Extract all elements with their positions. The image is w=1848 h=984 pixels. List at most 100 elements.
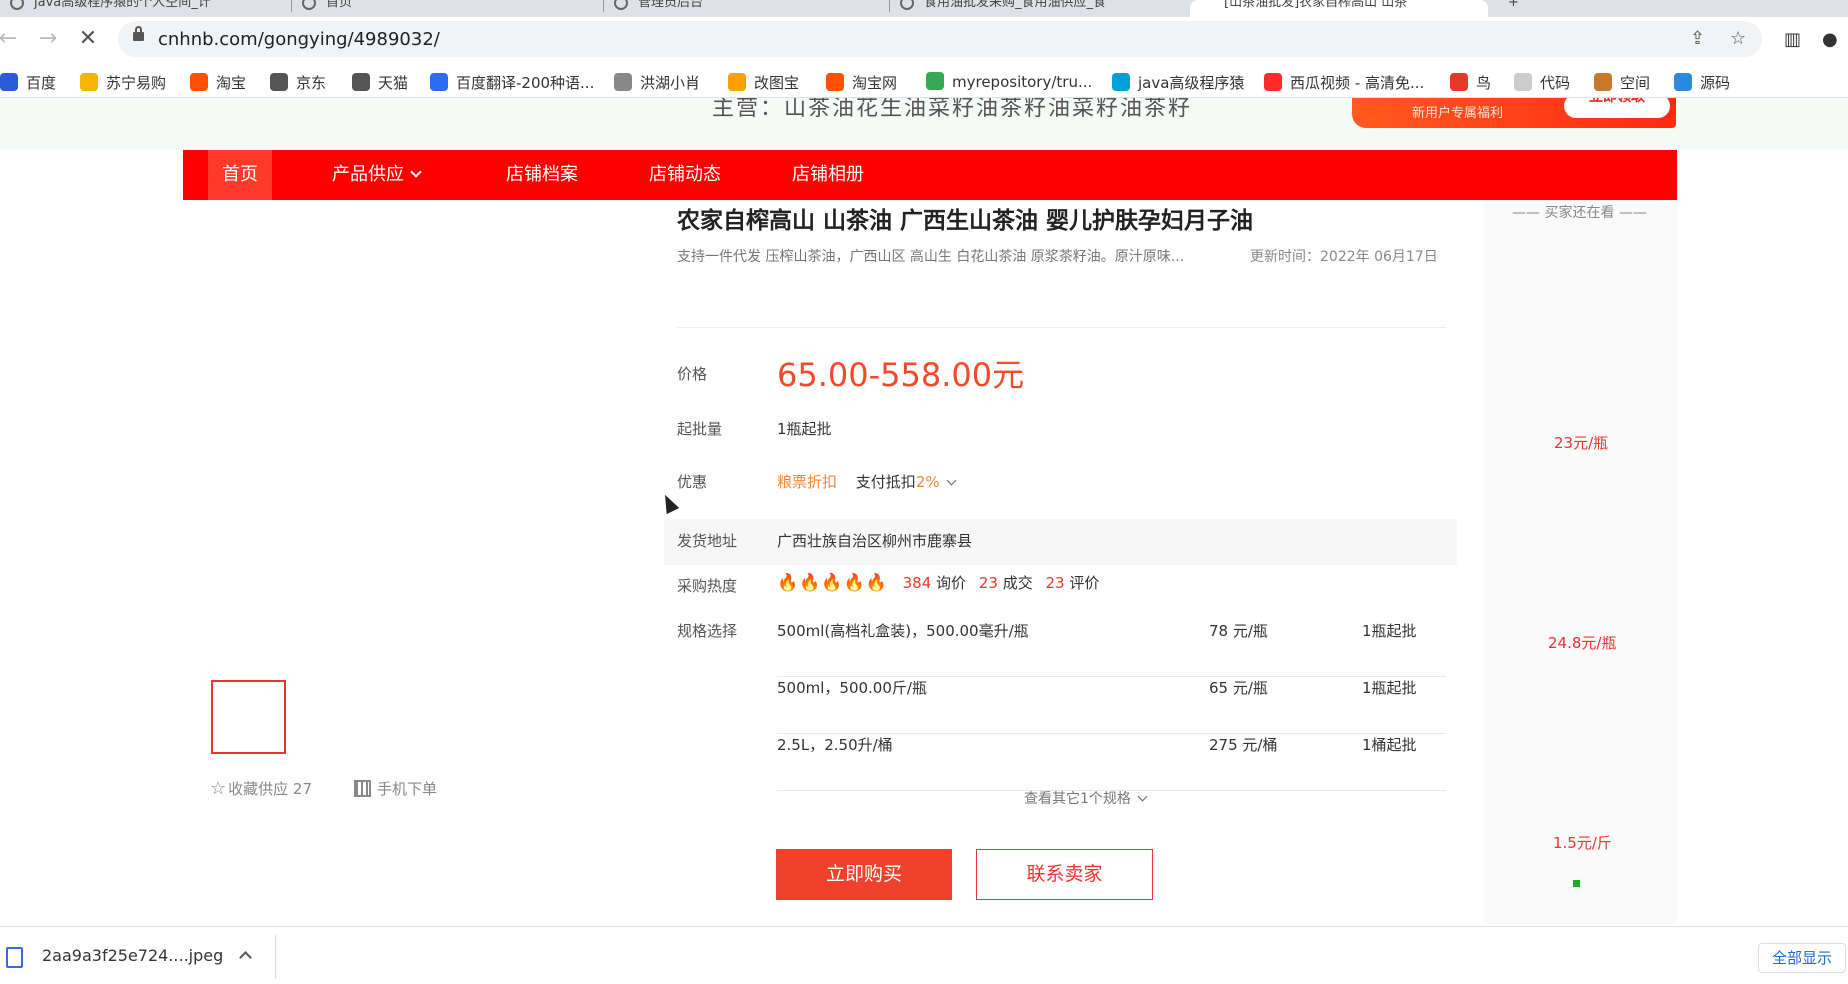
- bookmark-label: 淘宝: [216, 74, 247, 92]
- spec-moq: 1瓶起批: [1362, 679, 1417, 697]
- nav-label: 产品供应: [332, 164, 404, 185]
- translate-icon: [430, 73, 448, 91]
- bookmark-item[interactable]: 天猫: [352, 72, 408, 93]
- bookmark-item[interactable]: 淘宝网: [826, 72, 897, 93]
- side-panel-icon[interactable]: ▥: [1784, 29, 1801, 50]
- divider: [275, 935, 276, 979]
- tab-strip: java高级程序猿的个人空间_计 ✕ 首页 ✕ 管理员后台 ✕ 食用油批发采购_…: [0, 0, 1848, 17]
- bookmark-item[interactable]: 百度翻译-200种语...: [430, 72, 594, 93]
- bookmark-label: java高级程序猿: [1138, 74, 1245, 92]
- related-price[interactable]: 23元/瓶: [1554, 432, 1608, 453]
- spec-moq: 1瓶起批: [1362, 622, 1417, 640]
- claim-button[interactable]: 立即领取: [1564, 98, 1670, 118]
- nav-profile[interactable]: 店铺档案: [506, 150, 578, 200]
- bilibili-icon: [1112, 73, 1130, 91]
- bookmark-label: 百度翻译-200种语...: [456, 74, 595, 92]
- bookmark-item[interactable]: 源码: [1674, 72, 1730, 93]
- tab-camellia-oil[interactable]: [山茶油批发]农家自榨高山 山茶 ✕: [1190, 0, 1488, 17]
- tab-favicon: [900, 0, 914, 10]
- globe-icon: [270, 73, 288, 91]
- moq-value: 1瓶起批: [777, 420, 832, 438]
- stop-loading-button[interactable]: ✕: [74, 25, 102, 53]
- show-all-button[interactable]: 全部显示: [1758, 943, 1846, 973]
- pay-deduct-dropdown[interactable]: 支付抵扣2%: [856, 473, 957, 491]
- tab-home[interactable]: 首页 ✕: [292, 0, 602, 17]
- spec-option[interactable]: 2.5L，2.50升/桶 275 元/桶 1桶起批: [777, 734, 1446, 791]
- bookmark-item[interactable]: 百度: [0, 72, 56, 93]
- bookmarks-bar: 百度 苏宁易购 淘宝 京东 天猫 百度翻译-200种语... 洪湖小肖 改图宝 …: [0, 64, 1848, 98]
- nav-home[interactable]: 首页: [208, 150, 272, 200]
- spec-option[interactable]: 500ml，500.00斤/瓶 65 元/瓶 1瓶起批: [777, 677, 1446, 734]
- favorite-supply-link[interactable]: ☆ 收藏供应 27: [210, 778, 312, 799]
- spec-price: 275 元/桶: [1209, 736, 1278, 754]
- contact-seller-button[interactable]: 联系卖家: [976, 849, 1153, 900]
- new-tab-button[interactable]: +: [1500, 0, 1530, 17]
- browser-toolbar: ← → ✕ cnhnb.com/gongying/4989032/ ⇪ ☆ ▥ …: [0, 17, 1848, 64]
- tab-label: java高级程序猿的个人空间_计: [34, 0, 211, 10]
- bookmark-item[interactable]: myrepository/tru...: [926, 72, 1092, 91]
- bookmark-item[interactable]: 鸟: [1450, 72, 1491, 93]
- forward-button[interactable]: →: [34, 25, 62, 53]
- product-page: 主营：山茶油花生油菜籽油茶籽油菜籽油茶籽 新用户专属福利 立即领取 首页 产品供…: [0, 98, 1848, 926]
- bookmark-item[interactable]: 代码: [1514, 72, 1570, 93]
- mobile-order-link[interactable]: 手机下单: [354, 778, 437, 799]
- heat-value: 🔥🔥🔥🔥🔥 384 询价 23 成交 23 评价: [777, 572, 1099, 593]
- spec-name: 500ml(高档礼盒装)，500.00毫升/瓶: [777, 622, 1029, 640]
- image-tool-icon: [728, 73, 746, 91]
- bookmark-item[interactable]: 西瓜视频 - 高清免...: [1264, 72, 1424, 93]
- star-icon[interactable]: ☆: [1730, 28, 1746, 49]
- tab-admin[interactable]: 管理员后台 ✕: [604, 0, 888, 17]
- arrow-right-icon: →: [38, 26, 58, 51]
- bookmark-item[interactable]: 京东: [270, 72, 326, 93]
- bookmark-item[interactable]: 洪湖小肖: [614, 72, 700, 93]
- bookmark-label: 代码: [1540, 74, 1571, 92]
- download-filename[interactable]: 2aa9a3f25e724....jpeg: [42, 946, 223, 965]
- bookmark-label: 百度: [26, 74, 57, 92]
- more-specs-label: 查看其它1个规格: [1024, 791, 1131, 807]
- store-nav: 首页 产品供应 店铺档案 店铺动态 店铺相册: [183, 150, 1677, 200]
- code-icon: [1514, 73, 1532, 91]
- nav-news[interactable]: 店铺动态: [649, 150, 721, 200]
- back-button[interactable]: ←: [0, 25, 22, 53]
- gallery-thumbnail[interactable]: [211, 680, 286, 754]
- profile-icon[interactable]: ●: [1822, 29, 1838, 50]
- deal-count: 23: [978, 574, 998, 592]
- fire-icon: 🔥🔥🔥🔥🔥: [777, 573, 888, 593]
- store-header: 主营：山茶油花生油菜籽油茶籽油菜籽油茶籽 新用户专属福利 立即领取: [0, 98, 1848, 150]
- tab-label: 管理员后台: [638, 0, 704, 10]
- related-price[interactable]: 1.5元/斤: [1553, 832, 1612, 853]
- price-label: 价格: [677, 365, 708, 383]
- spec-option[interactable]: 500ml(高档礼盒装)，500.00毫升/瓶 78 元/瓶 1瓶起批: [777, 620, 1446, 677]
- chevron-up-icon[interactable]: [239, 951, 252, 964]
- url-text[interactable]: cnhnb.com/gongying/4989032/: [158, 29, 440, 50]
- mouse-cursor: [658, 491, 680, 515]
- bookmark-label: 改图宝: [754, 74, 800, 92]
- bookmark-label: 淘宝网: [852, 74, 898, 92]
- favorite-label: 收藏供应 27: [228, 780, 312, 798]
- tab-favicon: [10, 0, 24, 10]
- bookmark-item[interactable]: 苏宁易购: [80, 72, 166, 93]
- carousel-dot[interactable]: [1573, 880, 1580, 887]
- share-icon[interactable]: ⇪: [1690, 28, 1705, 49]
- divider: [677, 327, 1446, 328]
- buy-now-button[interactable]: 立即购买: [776, 849, 952, 900]
- tab-label: 食用油批发采购_食用油供应_食: [924, 0, 1107, 10]
- tab-edible-oil[interactable]: 食用油批发采购_食用油供应_食 ✕: [890, 0, 1188, 17]
- taobao-icon: [190, 73, 208, 91]
- bookmark-item[interactable]: java高级程序猿: [1112, 72, 1244, 93]
- bookmark-item[interactable]: 改图宝: [728, 72, 799, 93]
- nav-products[interactable]: 产品供应: [332, 150, 422, 200]
- close-icon: ✕: [78, 26, 98, 51]
- spec-price: 65 元/瓶: [1209, 679, 1268, 697]
- nav-album[interactable]: 店铺相册: [792, 150, 864, 200]
- promo-banner[interactable]: 新用户专属福利 立即领取: [1352, 98, 1676, 128]
- chrome-icon: [926, 72, 944, 90]
- bookmark-item[interactable]: 空间: [1594, 72, 1650, 93]
- address-bar[interactable]: cnhnb.com/gongying/4989032/ ⇪ ☆: [118, 21, 1762, 57]
- related-price[interactable]: 24.8元/瓶: [1548, 632, 1616, 653]
- bookmark-item[interactable]: 淘宝: [190, 72, 246, 93]
- product-subtitle: 支持一件代发 压榨山茶油，广西山区 高山生 白花山茶油 原浆茶籽油。原汁原味..…: [677, 249, 1185, 265]
- tab-java-space[interactable]: java高级程序猿的个人空间_计 ✕: [0, 0, 290, 17]
- more-specs-link[interactable]: 查看其它1个规格: [1024, 788, 1148, 808]
- bookmark-label: 源码: [1700, 74, 1731, 92]
